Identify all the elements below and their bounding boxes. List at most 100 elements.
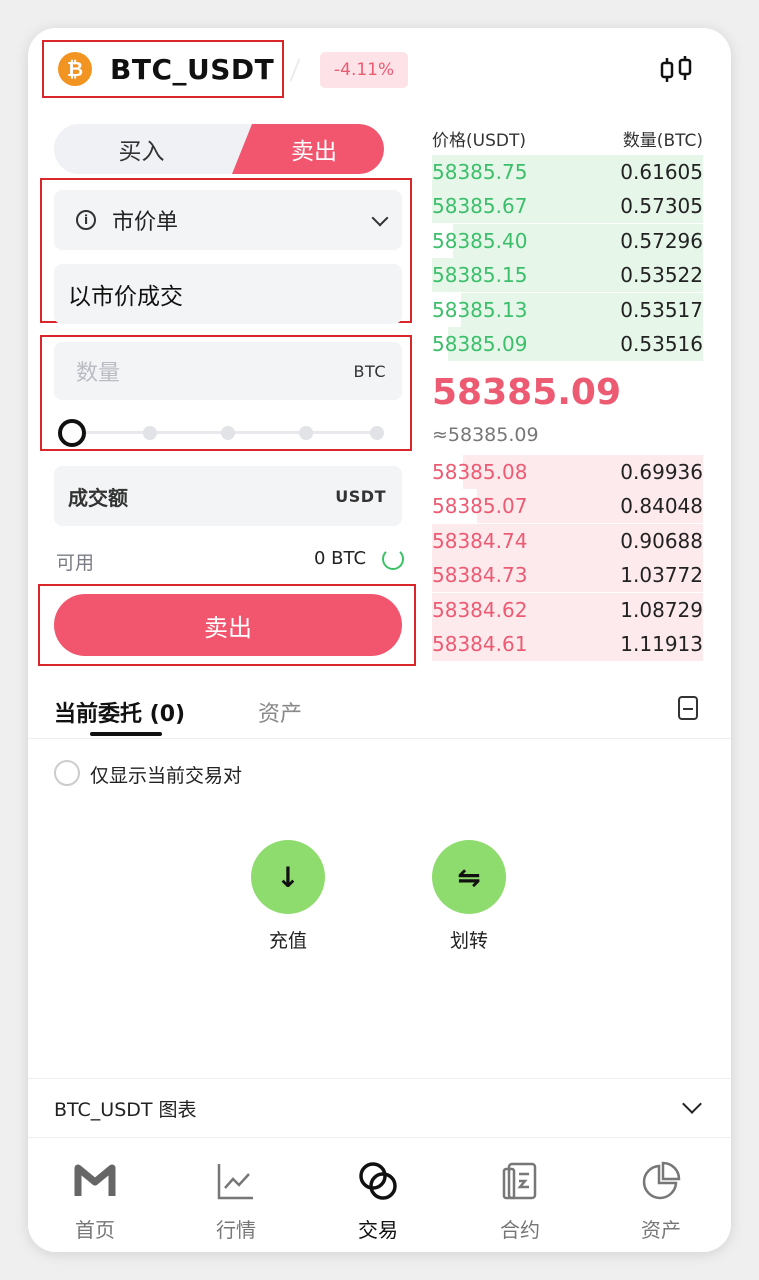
bid-price: 58384.62 xyxy=(432,597,528,622)
nav-label: 合约 xyxy=(500,1218,540,1242)
bid-price: 58384.61 xyxy=(432,632,528,656)
slider-stop-25[interactable] xyxy=(143,426,157,440)
tab-buy[interactable]: 买入 xyxy=(54,124,229,174)
nav-contract[interactable]: 合约 xyxy=(475,1160,565,1243)
ask-amount: 0.57296 xyxy=(620,228,703,253)
info-icon: i xyxy=(76,210,96,230)
bid-row[interactable]: 58384.74 0.90688 xyxy=(432,523,703,558)
quantity-placeholder: 数量 xyxy=(76,361,121,386)
bid-amount: 1.08729 xyxy=(620,597,703,622)
price-change-badge: -4.11% xyxy=(320,52,409,88)
ask-row[interactable]: 58385.15 0.53522 xyxy=(432,258,703,293)
slider-stop-75[interactable] xyxy=(299,426,313,440)
buy-sell-toggle: 买入 卖出 xyxy=(54,124,384,174)
transfer-action[interactable]: ⇋ 划转 xyxy=(432,840,506,953)
last-price: 58385.09 xyxy=(432,372,622,413)
chevron-down-icon xyxy=(371,209,389,227)
transfer-icon: ⇋ xyxy=(432,840,506,914)
transfer-label: 划转 xyxy=(449,930,488,952)
deposit-action[interactable]: ↓ 充值 xyxy=(251,840,325,953)
bid-row[interactable]: 58384.61 1.11913 xyxy=(432,627,703,661)
bid-amount: 0.69936 xyxy=(620,460,703,484)
ask-row[interactable]: 58385.40 0.57296 xyxy=(432,223,703,258)
ask-row[interactable]: 58385.75 0.61605 xyxy=(432,155,703,189)
deposit-label: 充值 xyxy=(268,930,307,952)
slider-handle[interactable] xyxy=(58,419,86,447)
bid-amount: 0.84048 xyxy=(620,494,703,519)
active-tab-indicator xyxy=(90,732,162,736)
available-value: 0 BTC xyxy=(314,548,367,569)
sell-button[interactable]: 卖出 xyxy=(54,594,402,656)
bid-amount: 1.03772 xyxy=(620,563,703,588)
quantity-input[interactable]: 数量 BTC xyxy=(54,342,402,400)
document-icon[interactable] xyxy=(678,696,698,720)
ask-row[interactable]: 58385.09 0.53516 xyxy=(432,327,703,361)
ask-price: 58385.15 xyxy=(432,263,528,288)
nav-assets[interactable]: 资产 xyxy=(616,1160,706,1243)
bid-price: 58385.07 xyxy=(432,494,528,519)
phone-screen: ₿ BTC_USDT -4.11% 买入 卖出 i 市价单 以市价成交 数量 B… xyxy=(28,28,731,1252)
contract-icon xyxy=(502,1162,537,1200)
ask-amount: 0.53516 xyxy=(620,332,703,356)
ask-row[interactable]: 58385.67 0.57305 xyxy=(432,189,703,224)
bid-amount: 1.11913 xyxy=(620,632,703,656)
tab-assets[interactable]: 资产 xyxy=(258,696,302,728)
bid-price: 58384.73 xyxy=(432,563,528,588)
quantity-unit: BTC xyxy=(353,361,386,381)
bid-price: 58385.08 xyxy=(432,460,528,484)
slider-stop-100[interactable] xyxy=(370,426,384,440)
filter-label: 仅显示当前交易对 xyxy=(90,765,243,787)
bid-row[interactable]: 58385.08 0.69936 xyxy=(432,455,703,489)
bid-row[interactable]: 58384.62 1.08729 xyxy=(432,592,703,627)
available-label: 可用 xyxy=(56,552,95,574)
refresh-icon[interactable] xyxy=(382,548,404,570)
slider-stop-50[interactable] xyxy=(221,426,235,440)
arrow-down-icon: ↓ xyxy=(251,840,325,914)
amount-input[interactable]: 成交额 USDT xyxy=(54,466,402,526)
home-m-icon xyxy=(74,1164,116,1196)
ask-row[interactable]: 58385.13 0.53517 xyxy=(432,292,703,327)
bid-price: 58384.74 xyxy=(432,528,528,553)
nav-label: 行情 xyxy=(216,1218,256,1242)
nav-trade[interactable]: 交易 xyxy=(333,1160,423,1243)
chart-toggle-label: BTC_USDT 图表 xyxy=(54,1099,197,1121)
ask-amount: 0.57305 xyxy=(620,194,703,219)
order-type-select[interactable]: i 市价单 xyxy=(54,190,402,250)
btc-coin-icon: ₿ xyxy=(58,52,92,86)
tab-sell[interactable]: 卖出 xyxy=(232,124,384,174)
bid-amount: 0.90688 xyxy=(620,528,703,553)
candlestick-icon[interactable] xyxy=(656,54,696,86)
ask-price: 58385.13 xyxy=(432,297,528,322)
pair-name: BTC_USDT xyxy=(110,52,275,86)
chart-toggle-bar[interactable]: BTC_USDT 图表 xyxy=(28,1078,731,1138)
chevron-down-icon xyxy=(682,1094,702,1114)
pair-selector[interactable]: ₿ BTC_USDT xyxy=(42,40,284,98)
tab-current-orders[interactable]: 当前委托 (0) xyxy=(54,696,185,728)
order-type-label: 市价单 xyxy=(112,210,179,235)
nav-label: 首页 xyxy=(75,1218,115,1242)
amount-header: 数量(BTC) xyxy=(622,131,703,151)
ask-price: 58385.75 xyxy=(432,160,528,184)
bottom-nav: 首页 行情 交易 合约 资产 xyxy=(28,1142,731,1252)
ask-price: 58385.67 xyxy=(432,194,528,219)
amount-label: 成交额 xyxy=(68,485,128,510)
market-price-field: 以市价成交 xyxy=(54,264,402,324)
filter-checkbox[interactable] xyxy=(54,760,80,786)
ask-amount: 0.61605 xyxy=(620,160,703,184)
ask-price: 58385.09 xyxy=(432,332,528,356)
last-price-approx: ≈58385.09 xyxy=(432,424,539,446)
divider xyxy=(289,58,301,82)
nav-label: 资产 xyxy=(641,1218,681,1242)
nav-home[interactable]: 首页 xyxy=(50,1160,140,1243)
nav-market[interactable]: 行情 xyxy=(191,1160,281,1243)
ask-amount: 0.53517 xyxy=(620,297,703,322)
pie-chart-icon xyxy=(642,1161,681,1200)
nav-label: 交易 xyxy=(358,1218,398,1242)
ask-amount: 0.53522 xyxy=(620,263,703,288)
ask-price: 58385.40 xyxy=(432,228,528,253)
amount-unit: USDT xyxy=(335,486,386,506)
bid-row[interactable]: 58384.73 1.03772 xyxy=(432,558,703,593)
divider xyxy=(28,738,731,739)
bid-row[interactable]: 58385.07 0.84048 xyxy=(432,489,703,524)
trade-icon xyxy=(359,1162,397,1200)
